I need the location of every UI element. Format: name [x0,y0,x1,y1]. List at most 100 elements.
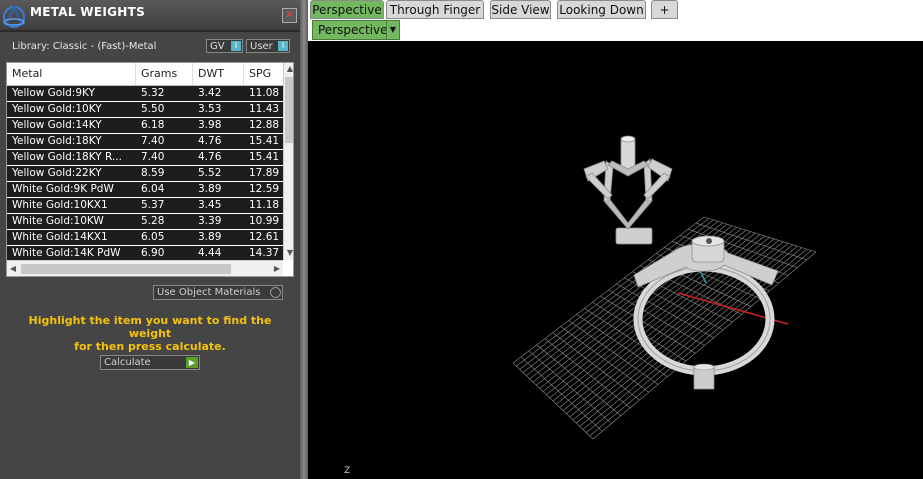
cell-dwt: 3.98 [198,119,222,131]
cell-spg: 12.59 [249,183,280,195]
cell-metal: Yellow Gold:18KY [12,135,102,147]
table-header: Metal Grams DWT SPG [7,63,284,86]
add-tab-button[interactable]: + [651,0,678,19]
cell-grams: 6.18 [141,119,165,131]
scroll-up-icon[interactable]: ▲ [284,63,293,75]
column-header-metal[interactable]: Metal [7,63,136,85]
scroll-left-icon[interactable]: ◀ [7,263,19,275]
cell-spg: 12.61 [249,231,280,243]
table-row[interactable]: Yellow Gold:9KY 5.32 3.42 11.08 [7,86,283,102]
tab-perspective[interactable]: Perspective [310,0,384,19]
cell-spg: 11.43 [249,103,280,115]
user-toggle[interactable]: User I [246,39,290,53]
cell-metal: Yellow Gold:18KY R... [12,151,122,163]
cell-grams: 5.28 [141,215,165,227]
tab-through-finger[interactable]: Through Finger [386,0,484,19]
table-row[interactable]: White Gold:14KX1 6.05 3.89 12.61 [7,230,283,246]
cell-grams: 5.32 [141,87,165,99]
close-button[interactable]: ✕ [282,8,297,23]
table-row[interactable]: White Gold:10KW 5.28 3.39 10.99 [7,214,283,230]
cell-metal: Yellow Gold:10KY [12,103,102,115]
instruction-line-2: for then press calculate. [74,340,226,353]
dropdown-arrow-icon: ▼ [386,21,399,39]
user-toggle-indicator: I [278,41,288,51]
cell-dwt: 3.45 [198,199,222,211]
cell-grams: 8.59 [141,167,165,179]
table-row[interactable]: White Gold:14K PdW 6.90 4.44 14.37 [7,246,283,260]
cell-dwt: 3.53 [198,103,222,115]
3d-viewport[interactable]: Z [308,41,923,479]
table-body: Yellow Gold:9KY 5.32 3.42 11.08 Yellow Gold:… [7,86,283,260]
cell-metal: White Gold:14KX1 [12,231,108,243]
column-header-dwt[interactable]: DWT [193,63,244,85]
user-toggle-label: User [250,41,273,52]
cell-metal: White Gold:14K PdW [12,247,121,259]
cell-dwt: 3.89 [198,183,222,195]
cell-grams: 6.05 [141,231,165,243]
table-horizontal-scrollbar[interactable]: ◀ ▶ [7,260,283,276]
cell-grams: 6.04 [141,183,165,195]
view-mode-label: Perspective [318,23,388,37]
cell-dwt: 3.89 [198,231,222,243]
table-row[interactable]: Yellow Gold:10KY 5.50 3.53 11.43 [7,102,283,118]
table-row[interactable]: Yellow Gold:22KY 8.59 5.52 17.89 [7,166,283,182]
use-object-materials-dropdown[interactable]: Use Object Materials [153,285,283,300]
panel-title: METAL WEIGHTS [30,5,146,19]
calculate-button[interactable]: Calculate ▶ [100,355,200,370]
cell-grams: 7.40 [141,151,165,163]
column-header-spg[interactable]: SPG [244,63,284,85]
cell-metal: Yellow Gold:22KY [12,167,102,179]
cell-grams: 6.90 [141,247,165,259]
cell-metal: Yellow Gold:14KY [12,119,102,131]
cell-metal: White Gold:10KX1 [12,199,108,211]
gv-toggle-label: GV [210,41,225,52]
cell-dwt: 4.76 [198,151,222,163]
scroll-right-icon[interactable]: ▶ [271,263,283,275]
cell-metal: White Gold:9K PdW [12,183,114,195]
cell-spg: 12.88 [249,119,280,131]
cell-spg: 15.41 [249,151,280,163]
horizontal-scroll-thumb[interactable] [21,264,231,274]
table-row[interactable]: White Gold:10KX1 5.37 3.45 11.18 [7,198,283,214]
cell-dwt: 4.44 [198,247,222,259]
cell-spg: 14.37 [249,247,280,259]
tab-looking-down[interactable]: Looking Down [557,0,646,19]
column-header-grams[interactable]: Grams [136,63,193,85]
cell-dwt: 5.52 [198,167,222,179]
view-mode-select[interactable]: Perspective ▼ [312,20,400,40]
cell-metal: Yellow Gold:9KY [12,87,95,99]
gv-toggle-indicator: I [231,41,241,51]
instruction-line-1: Highlight the item you want to find the … [28,314,272,340]
cell-spg: 15.41 [249,135,280,147]
panel-splitter[interactable] [300,0,308,479]
cell-dwt: 4.76 [198,135,222,147]
vertical-scroll-thumb[interactable] [285,77,293,143]
cell-grams: 5.50 [141,103,165,115]
tab-side-view[interactable]: Side View [490,0,551,19]
cell-grams: 7.40 [141,135,165,147]
table-row[interactable]: Yellow Gold:18KY 7.40 4.76 15.41 [7,134,283,150]
table-row[interactable]: Yellow Gold:14KY 6.18 3.98 12.88 [7,118,283,134]
library-label: Library: Classic - (Fast)-Metal [12,41,157,52]
table-row[interactable]: White Gold:9K PdW 6.04 3.89 12.59 [7,182,283,198]
cell-dwt: 3.39 [198,215,222,227]
dropdown-circle-icon [270,287,281,298]
cell-spg: 17.89 [249,167,280,179]
cell-grams: 5.37 [141,199,165,211]
title-separator [0,30,300,32]
table-row[interactable]: Yellow Gold:18KY R... 7.40 4.76 15.41 [7,150,283,166]
viewport-canvas [512,135,817,440]
metal-weights-panel: METAL WEIGHTS ✕ Library: Classic - (Fast… [0,0,300,479]
instruction-text: Highlight the item you want to find the … [10,314,290,353]
scroll-down-icon[interactable]: ▼ [284,247,293,259]
viewport-toolbar: Perspective ▼ [308,20,923,41]
viewport-tabs: Perspective Through Finger Side View Loo… [308,0,923,20]
cell-spg: 10.99 [249,215,280,227]
calculate-label: Calculate [104,357,151,368]
table-vertical-scrollbar[interactable]: ▲ ▼ [283,63,293,260]
app-logo-icon [3,4,25,28]
use-object-materials-label: Use Object Materials [157,287,261,298]
cell-metal: White Gold:10KW [12,215,104,227]
gv-toggle[interactable]: GV I [206,39,243,53]
panel-title-bar: METAL WEIGHTS ✕ [0,0,300,30]
